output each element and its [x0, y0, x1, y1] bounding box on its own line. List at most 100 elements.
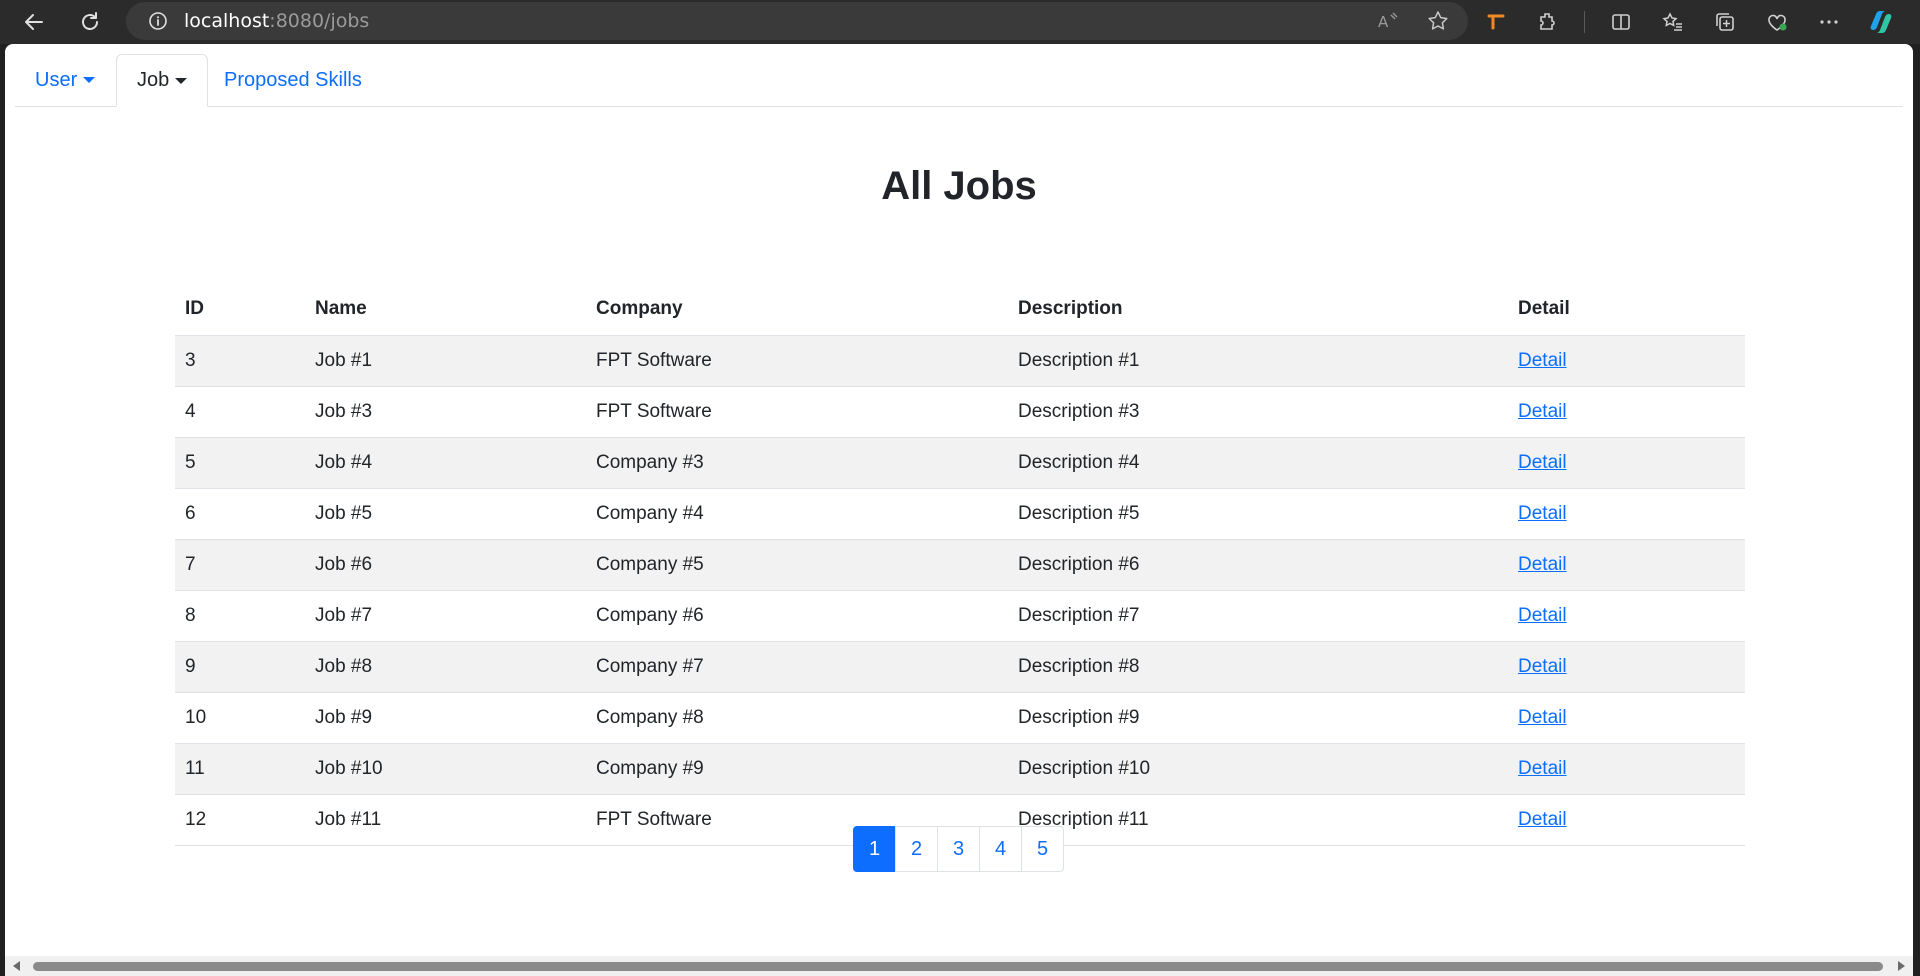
detail-link[interactable]: Detail [1518, 605, 1567, 626]
table-row: 7 Job #6 Company #5 Description #6 Detail [175, 539, 1745, 591]
svg-text:A: A [1378, 13, 1389, 31]
tab-proposed-skills[interactable]: Proposed Skills [204, 54, 382, 106]
cell-company: Company #4 [586, 488, 1008, 540]
table-row: 11 Job #10 Company #9 Description #10 Detail [175, 743, 1745, 795]
detail-link[interactable]: Detail [1518, 809, 1567, 830]
cell-company: FPT Software [586, 386, 1008, 438]
table-row: 5 Job #4 Company #3 Description #4 Detail [175, 437, 1745, 489]
col-header-id: ID [175, 284, 305, 336]
extension-orange-icon[interactable] [1480, 6, 1512, 38]
cell-name: Job #3 [305, 386, 586, 438]
cell-name: Job #9 [305, 692, 586, 744]
cell-description: Description #8 [1008, 641, 1508, 693]
tab-user-label: User [35, 68, 78, 91]
cell-detail: Detail [1508, 335, 1745, 387]
cell-name: Job #11 [305, 794, 586, 846]
reload-button[interactable] [74, 6, 106, 38]
page-4-button[interactable]: 4 [979, 826, 1022, 872]
cell-description: Description #4 [1008, 437, 1508, 489]
cell-detail: Detail [1508, 437, 1745, 489]
more-menu-icon[interactable] [1813, 6, 1845, 38]
cell-description: Description #1 [1008, 335, 1508, 387]
cell-name: Job #8 [305, 641, 586, 693]
cell-name: Job #5 [305, 488, 586, 540]
cell-company: Company #6 [586, 590, 1008, 642]
table-row: 10 Job #9 Company #8 Description #9 Detail [175, 692, 1745, 744]
extensions-puzzle-icon[interactable] [1532, 6, 1564, 38]
col-header-company: Company [586, 284, 1008, 336]
browser-essentials-icon[interactable] [1761, 6, 1793, 38]
col-header-name: Name [305, 284, 586, 336]
cell-id: 10 [175, 692, 305, 744]
table-row: 3 Job #1 FPT Software Description #1 Detail [175, 335, 1745, 387]
cell-name: Job #10 [305, 743, 586, 795]
cell-description: Description #6 [1008, 539, 1508, 591]
scroll-left-arrow-icon[interactable] [13, 961, 20, 971]
horizontal-scrollbar[interactable] [5, 956, 1913, 976]
favorite-star-icon[interactable] [1426, 9, 1450, 38]
table-row: 6 Job #5 Company #4 Description #5 Detail [175, 488, 1745, 540]
cell-detail: Detail [1508, 794, 1745, 846]
tab-proposed-skills-label: Proposed Skills [224, 68, 362, 91]
cell-id: 8 [175, 590, 305, 642]
cell-company: Company #3 [586, 437, 1008, 489]
page-2-button[interactable]: 2 [895, 826, 938, 872]
cell-description: Description #11 [1008, 794, 1508, 846]
copilot-icon[interactable] [1865, 6, 1897, 38]
tab-user[interactable]: User [15, 54, 115, 106]
detail-link[interactable]: Detail [1518, 758, 1567, 779]
cell-detail: Detail [1508, 590, 1745, 642]
url-host: localhost [184, 10, 270, 32]
cell-name: Job #7 [305, 590, 586, 642]
page-viewport: User Job Proposed Skills All Jobs ID Nam… [5, 44, 1913, 976]
read-aloud-icon[interactable]: A [1376, 9, 1400, 38]
browser-toolbar: localhost:8080/jobs A [0, 0, 1920, 44]
scrollbar-thumb[interactable] [33, 962, 1883, 971]
back-button[interactable] [18, 6, 50, 38]
jobs-table: ID Name Company Description Detail 3 Job … [175, 284, 1745, 846]
table-row: 8 Job #7 Company #6 Description #7 Detail [175, 590, 1745, 642]
cell-description: Description #9 [1008, 692, 1508, 744]
table-row: 4 Job #3 FPT Software Description #3 Detail [175, 386, 1745, 438]
scroll-right-arrow-icon[interactable] [1898, 961, 1905, 971]
detail-link[interactable]: Detail [1518, 350, 1567, 371]
url-text[interactable]: localhost:8080/jobs [184, 10, 369, 32]
caret-down-icon [175, 77, 188, 84]
cell-name: Job #1 [305, 335, 586, 387]
cell-company: Company #7 [586, 641, 1008, 693]
collections-icon[interactable] [1709, 6, 1741, 38]
col-header-detail: Detail [1508, 284, 1745, 336]
page-title: All Jobs [881, 164, 1037, 208]
cell-company: FPT Software [586, 335, 1008, 387]
cell-id: 3 [175, 335, 305, 387]
cell-id: 5 [175, 437, 305, 489]
detail-link[interactable]: Detail [1518, 452, 1567, 473]
page-5-button[interactable]: 5 [1021, 826, 1064, 872]
site-info-icon[interactable] [146, 9, 170, 33]
toolbar-divider [1584, 11, 1585, 33]
reload-icon [82, 12, 98, 30]
caret-down-icon [83, 77, 96, 83]
detail-link[interactable]: Detail [1518, 503, 1567, 524]
pagination: 12345 [853, 826, 1064, 872]
detail-link[interactable]: Detail [1518, 554, 1567, 575]
cell-detail: Detail [1508, 641, 1745, 693]
detail-link[interactable]: Detail [1518, 656, 1567, 677]
page-1-button[interactable]: 1 [853, 826, 896, 872]
tab-job[interactable]: Job [116, 54, 209, 107]
detail-link[interactable]: Detail [1518, 707, 1567, 728]
cell-detail: Detail [1508, 692, 1745, 744]
cell-id: 7 [175, 539, 305, 591]
cell-id: 12 [175, 794, 305, 846]
address-bar[interactable]: localhost:8080/jobs A [126, 2, 1468, 40]
split-screen-icon[interactable] [1605, 6, 1637, 38]
url-path: :8080/jobs [269, 10, 370, 32]
detail-link[interactable]: Detail [1518, 401, 1567, 422]
page-3-button[interactable]: 3 [937, 826, 980, 872]
cell-company: Company #8 [586, 692, 1008, 744]
cell-name: Job #4 [305, 437, 586, 489]
cell-description: Description #10 [1008, 743, 1508, 795]
favorites-list-icon[interactable] [1657, 6, 1689, 38]
table-row: 9 Job #8 Company #7 Description #8 Detail [175, 641, 1745, 693]
tab-job-label: Job [137, 69, 170, 91]
